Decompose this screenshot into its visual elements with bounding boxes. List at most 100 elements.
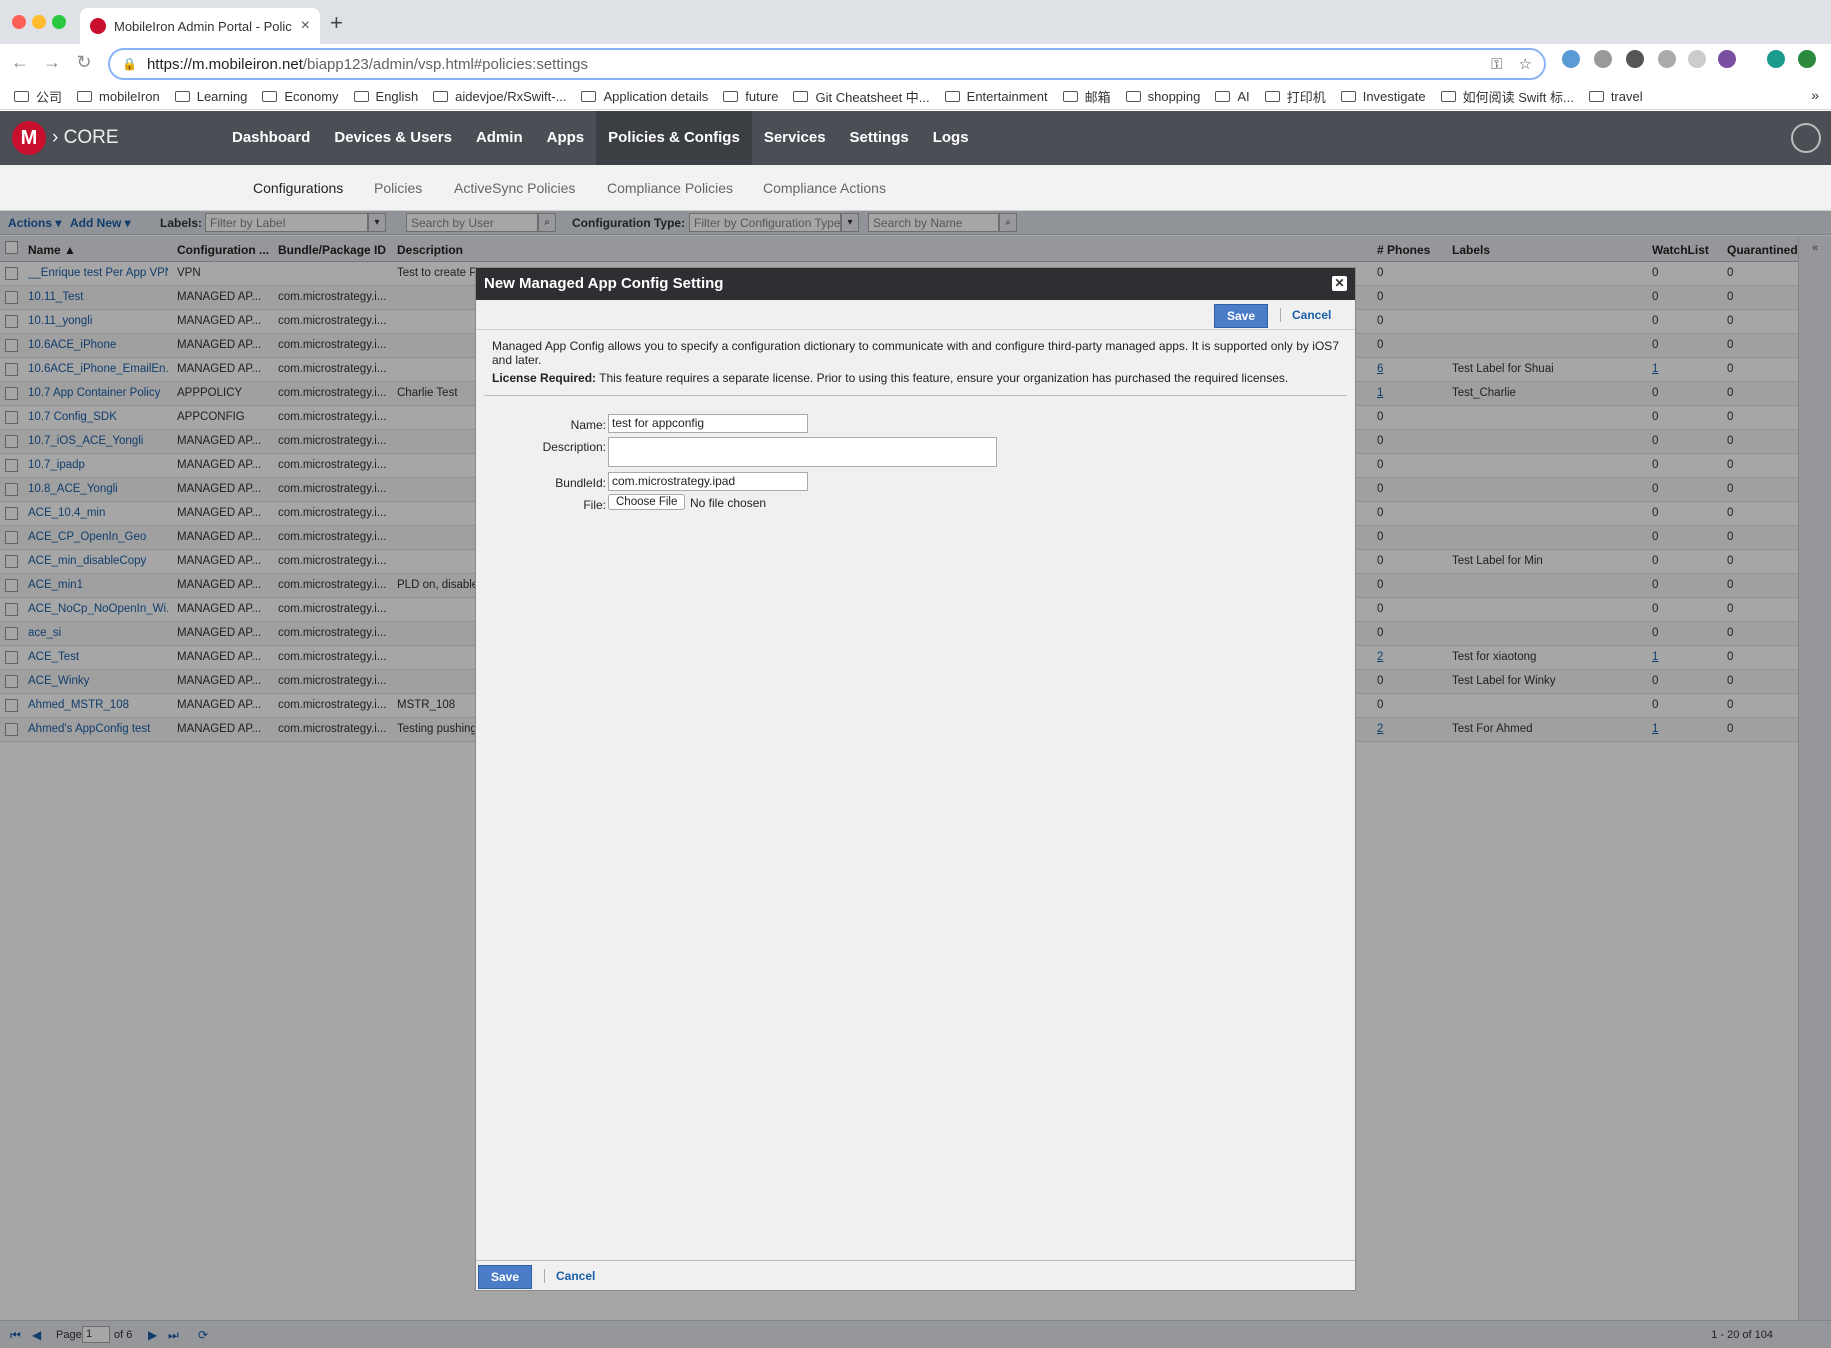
window-close-button[interactable] — [12, 15, 26, 29]
bundle-id-field[interactable]: com.microstrategy.ipad — [608, 472, 808, 491]
extension-icon[interactable] — [1718, 50, 1736, 68]
cancel-button[interactable]: Cancel — [556, 1269, 595, 1283]
star-icon[interactable]: ☆ — [1519, 55, 1532, 73]
bookmark-item[interactable]: Investigate — [1340, 89, 1426, 104]
bookmark-label: 公司 — [36, 90, 63, 105]
nav-item-policies-configs[interactable]: Policies & Configs — [596, 111, 752, 165]
save-button[interactable]: Save — [1214, 304, 1269, 328]
folder-icon — [174, 91, 190, 102]
folder-icon — [1340, 91, 1356, 102]
license-text: License Required: This feature requires … — [492, 371, 1289, 385]
brand: › CORE — [52, 127, 119, 148]
tab-activesync-policies[interactable]: ActiveSync Policies — [454, 180, 575, 196]
folder-icon — [723, 91, 739, 102]
forward-icon[interactable]: → — [40, 52, 64, 73]
no-file-chosen-text: No file chosen — [690, 496, 767, 510]
nav-item-apps[interactable]: Apps — [535, 111, 597, 165]
bookmark-item[interactable]: Git Cheatsheet 中... — [793, 87, 930, 106]
bookmark-item[interactable]: mobileIron — [77, 89, 160, 104]
bookmark-label: AI — [1237, 89, 1250, 104]
key-icon[interactable]: ⚿ — [1491, 56, 1502, 73]
bookmark-label: Investigate — [1362, 89, 1426, 104]
nav-item-logs[interactable]: Logs — [921, 111, 981, 165]
info-section: Managed App Config allows you to specify… — [492, 339, 1339, 385]
tab-close-icon[interactable]: × — [301, 17, 310, 35]
bookmarks-bar: 公司 mobileIron Learning Economy English aidevj… — [0, 84, 1831, 110]
extension-icon[interactable] — [1688, 50, 1706, 68]
bookmark-item[interactable]: travel — [1588, 89, 1643, 104]
bookmark-item[interactable]: 如何阅读 Swift 标... — [1440, 87, 1574, 106]
browser-tab[interactable]: MobileIron Admin Portal - Polic × — [80, 8, 320, 44]
bookmarks-overflow-icon[interactable]: » — [1811, 87, 1819, 103]
bookmark-item[interactable]: 邮箱 — [1062, 87, 1111, 106]
bookmark-item[interactable]: shopping — [1125, 89, 1201, 104]
nav-item-services[interactable]: Services — [752, 111, 838, 165]
user-avatar-icon[interactable] — [1791, 123, 1821, 153]
new-tab-button[interactable]: + — [330, 10, 343, 36]
bookmark-label: travel — [1610, 89, 1643, 104]
address-bar[interactable]: 🔒 https://m.mobileiron.net/biapp123/admi… — [108, 48, 1546, 80]
bookmark-label: aidevjoe/RxSwift-... — [455, 89, 567, 104]
update-icon[interactable] — [1798, 50, 1816, 68]
bookmark-label: mobileIron — [99, 89, 160, 104]
cancel-button[interactable]: Cancel — [1292, 308, 1331, 322]
bookmark-label: Economy — [284, 89, 339, 104]
extension-icon[interactable] — [1658, 50, 1676, 68]
choose-file-button[interactable]: Choose File — [608, 494, 686, 510]
folder-icon — [1264, 91, 1280, 102]
dialog-title: New Managed App Config Setting — [484, 275, 724, 292]
save-button[interactable]: Save — [478, 1265, 533, 1289]
extension-icon[interactable] — [1594, 50, 1612, 68]
extension-icon[interactable] — [1562, 50, 1580, 68]
folder-icon — [1215, 91, 1231, 102]
folder-icon — [262, 91, 278, 102]
tab-compliance-policies[interactable]: Compliance Policies — [607, 180, 733, 196]
bookmark-item[interactable]: future — [723, 89, 778, 104]
nav-item-dashboard[interactable]: Dashboard — [220, 111, 322, 165]
folder-icon — [433, 91, 449, 102]
bookmark-item[interactable]: Application details — [581, 89, 708, 104]
bookmark-item[interactable]: AI — [1215, 89, 1250, 104]
bookmark-item[interactable]: Learning — [174, 89, 247, 104]
tab-configurations[interactable]: Configurations — [253, 180, 343, 196]
mobileiron-favicon-icon — [90, 18, 106, 34]
dialog-actions-top: Save Cancel — [476, 300, 1355, 330]
profile-avatar[interactable] — [1767, 50, 1785, 68]
lock-icon: 🔒 — [122, 57, 137, 71]
name-field[interactable]: test for appconfig — [608, 414, 808, 433]
bookmark-label: English — [375, 89, 419, 104]
bookmark-item[interactable]: aidevjoe/RxSwift-... — [433, 89, 566, 104]
bookmark-label: shopping — [1147, 89, 1201, 104]
bookmark-label: 打印机 — [1286, 90, 1326, 105]
nav-item-admin[interactable]: Admin — [464, 111, 535, 165]
bookmark-label: Git Cheatsheet 中... — [815, 90, 930, 105]
bookmark-item[interactable]: Economy — [262, 89, 339, 104]
window-minimize-button[interactable] — [32, 15, 46, 29]
description-label: Description: — [542, 440, 606, 454]
tab-policies[interactable]: Policies — [374, 180, 422, 196]
folder-icon — [581, 91, 597, 102]
bookmark-label: Entertainment — [966, 89, 1048, 104]
back-icon[interactable]: ← — [8, 52, 32, 73]
browser-toolbar: ← → ↻ 🔒 https://m.mobileiron.net/biapp12… — [0, 44, 1831, 84]
bookmark-label: 邮箱 — [1084, 90, 1111, 105]
config-form: Name: test for appconfig Description: Bu… — [476, 396, 1355, 516]
browser-tabstrip: MobileIron Admin Portal - Polic × + — [0, 0, 1831, 44]
bookmark-item[interactable]: 打印机 — [1264, 87, 1326, 106]
new-managed-app-config-dialog: New Managed App Config Setting ✕ Save Ca… — [475, 267, 1356, 1291]
extension-icon[interactable] — [1626, 50, 1644, 68]
window-zoom-button[interactable] — [52, 15, 66, 29]
file-label: File: — [583, 498, 606, 512]
folder-icon — [1588, 91, 1604, 102]
tab-compliance-actions[interactable]: Compliance Actions — [763, 180, 886, 196]
bookmark-item[interactable]: 公司 — [14, 87, 62, 106]
description-field[interactable] — [608, 437, 997, 467]
reload-icon[interactable]: ↻ — [72, 52, 96, 73]
top-nav: Dashboard Devices & Users Admin Apps Policie… — [220, 111, 981, 165]
nav-item-devices-users[interactable]: Devices & Users — [322, 111, 464, 165]
mobileiron-logo[interactable]: M — [12, 121, 46, 155]
bookmark-item[interactable]: English — [353, 89, 419, 104]
nav-item-settings[interactable]: Settings — [838, 111, 921, 165]
bookmark-item[interactable]: Entertainment — [944, 89, 1048, 104]
close-icon[interactable]: ✕ — [1332, 276, 1347, 291]
